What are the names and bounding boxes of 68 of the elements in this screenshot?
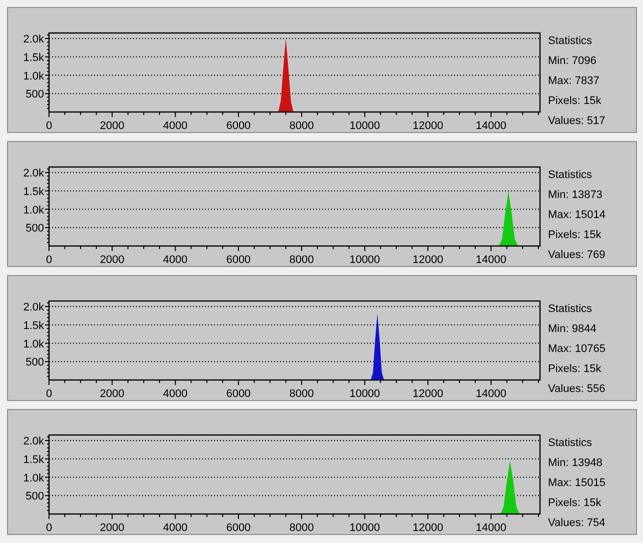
- axis-label: 1.5k: [23, 52, 44, 64]
- axis-label: 10000: [349, 388, 380, 400]
- axis-label: 2.0k: [23, 302, 44, 314]
- axis-label: 4000: [163, 120, 188, 132]
- axis-label: 10000: [349, 254, 380, 266]
- axis-label: 14000: [476, 120, 506, 132]
- axis-label: 500: [26, 222, 44, 235]
- axis-label: 14000: [476, 522, 506, 534]
- stats-heading: Statistics: [548, 436, 594, 451]
- stat-value: Pixels: 15k: [548, 362, 602, 377]
- axis-label: 2.0k: [23, 436, 44, 448]
- axis-label: 1.5k: [23, 454, 44, 466]
- stat-value: Pixels: 15k: [548, 228, 602, 243]
- axis-label: 0: [46, 388, 52, 400]
- axis-label: 1.5k: [23, 186, 44, 198]
- axis-label: 500: [26, 356, 44, 369]
- stat-value: Values: 556: [548, 382, 606, 397]
- axis-label: 6000: [226, 522, 251, 534]
- axis-label: 6000: [226, 388, 251, 400]
- axis-label: 2000: [100, 522, 124, 534]
- axis-label: 8000: [289, 388, 314, 400]
- axis-label: 6000: [226, 254, 251, 266]
- stat-value: Min: 9844: [548, 322, 598, 337]
- axis-label: 2000: [100, 120, 124, 132]
- axis-label: 14000: [476, 254, 506, 266]
- stat-value: Max: 10765: [548, 342, 606, 357]
- axis-label: 12000: [412, 522, 444, 534]
- axis-label: 8000: [289, 254, 314, 266]
- stat-value: Values: 517: [548, 114, 606, 129]
- axis-label: 12000: [412, 120, 444, 132]
- axis-label: 12000: [412, 388, 444, 400]
- axis-label: 1.0k: [23, 204, 44, 216]
- axis-label: 500: [26, 490, 44, 503]
- axis-label: 0: [46, 120, 52, 132]
- axis-label: 0: [46, 254, 52, 266]
- axis-label: 2000: [100, 388, 124, 400]
- stat-value: Min: 13873: [548, 188, 604, 203]
- axis-label: 8000: [289, 522, 314, 534]
- axis-label: 10000: [349, 120, 380, 132]
- stat-value: Max: 15015: [548, 476, 606, 491]
- axis-label: 0: [46, 522, 52, 534]
- stat-value: Max: 15014: [548, 208, 606, 223]
- axis-label: 12000: [412, 254, 444, 266]
- axis-label: 2.0k: [23, 34, 44, 46]
- axis-label: 2000: [100, 254, 124, 266]
- axis-label: 1.0k: [23, 338, 44, 350]
- stat-value: Min: 13948: [548, 456, 604, 471]
- stat-value: Values: 754: [548, 516, 606, 531]
- stats-heading: Statistics: [548, 302, 594, 317]
- axis-label: 10000: [349, 522, 380, 534]
- stats-heading: Statistics: [548, 168, 594, 183]
- stats-heading: Statistics: [548, 34, 594, 49]
- axis-label: 2.0k: [23, 168, 44, 180]
- axis-label: 6000: [226, 120, 251, 132]
- stat-value: Pixels: 15k: [548, 496, 602, 511]
- axis-label: 1.0k: [23, 70, 44, 82]
- axis-label: 4000: [163, 522, 188, 534]
- axis-label: 1.5k: [23, 320, 44, 332]
- axis-label: 4000: [163, 254, 188, 266]
- axis-label: 8000: [289, 120, 314, 132]
- stat-value: Values: 769: [548, 248, 606, 263]
- axis-label: 4000: [163, 388, 188, 400]
- stat-value: Max: 7837: [548, 74, 600, 89]
- stat-value: Min: 7096: [548, 54, 598, 69]
- axis-label: 500: [26, 88, 44, 101]
- stat-value: Pixels: 15k: [548, 94, 602, 109]
- axis-label: 14000: [476, 388, 506, 400]
- axis-label: 1.0k: [23, 472, 44, 484]
